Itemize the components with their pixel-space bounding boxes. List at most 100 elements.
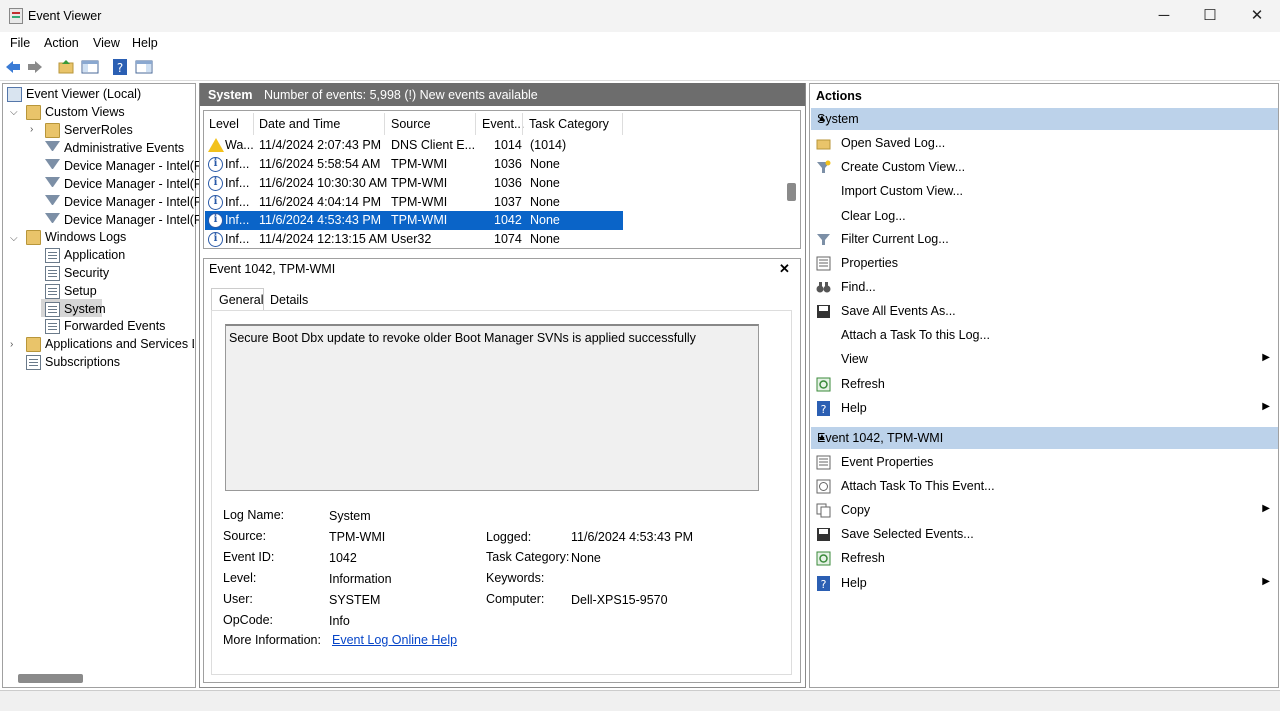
action-filter-current-log[interactable]: Filter Current Log... (816, 229, 1276, 251)
copy-icon (816, 503, 831, 518)
maximize-button[interactable]: ☐ (1187, 0, 1233, 32)
forward-arrow-icon[interactable] (26, 58, 44, 76)
console-tree-pane (2, 83, 196, 688)
information-icon: i (208, 157, 223, 172)
warning-icon (208, 138, 224, 152)
information-icon: i (208, 195, 223, 210)
actions-section-system[interactable]: System ▲ (811, 108, 1278, 130)
label-more-information: More Information: (223, 633, 321, 647)
tree-applications-services-logs[interactable]: Applications and Services Log (26, 336, 194, 354)
label-user: User: (223, 592, 253, 606)
action-attach-task-to-event[interactable]: Attach Task To This Event... (816, 476, 1276, 498)
label-source: Source: (223, 529, 267, 543)
chevron-right-icon[interactable]: › (30, 124, 33, 135)
event-message-box[interactable]: Secure Boot Dbx update to revoke older B… (225, 324, 759, 491)
collapse-triangle-icon[interactable]: ▲ (817, 432, 1270, 443)
chevron-down-icon[interactable]: ⌵ (10, 233, 18, 244)
value-user: SYSTEM (329, 593, 381, 607)
folder-icon (26, 105, 41, 120)
toolbar: ? (0, 54, 1280, 81)
label-opcode: OpCode: (223, 613, 274, 627)
action-save-selected-events[interactable]: Save Selected Events... (816, 524, 1276, 546)
filter-icon (45, 159, 60, 174)
col-date-time[interactable]: Date and Time (259, 117, 340, 131)
close-window-button[interactable]: ✕ (1234, 0, 1280, 32)
action-create-custom-view[interactable]: Create Custom View... (816, 157, 1276, 179)
chevron-down-icon[interactable]: ⌵ (10, 107, 18, 118)
action-open-saved-log[interactable]: Open Saved Log... (816, 133, 1276, 155)
event-viewer-app-icon (9, 8, 23, 24)
label-level: Level: (223, 571, 257, 585)
collapse-triangle-icon[interactable]: ▲ (817, 113, 1270, 124)
label-logged: Logged: (486, 530, 532, 544)
action-refresh-event[interactable]: Refresh (816, 548, 1276, 570)
help-icon: ? (817, 576, 830, 591)
table-row[interactable]: Wa... 11/4/2024 2:07:43 PM DNS Client E.… (205, 136, 623, 155)
action-refresh[interactable]: Refresh (816, 374, 1276, 396)
show-hide-tree-icon[interactable] (81, 58, 99, 76)
action-import-custom-view[interactable]: Import Custom View... (816, 181, 1276, 203)
submenu-arrow-icon: ▶ (1262, 576, 1270, 587)
value-opcode: Info (329, 614, 350, 628)
chevron-right-icon[interactable]: › (10, 339, 13, 350)
tab-details[interactable]: Details (270, 293, 308, 307)
menu-action[interactable]: Action (44, 36, 79, 50)
action-attach-task-to-log[interactable]: Attach a Task To this Log... (816, 325, 1276, 347)
binoculars-icon (816, 282, 831, 293)
action-event-properties[interactable]: Event Properties (816, 452, 1276, 474)
label-keywords: Keywords: (486, 571, 545, 585)
log-icon (45, 248, 60, 263)
refresh-icon (816, 377, 831, 392)
folder-icon (45, 123, 60, 138)
properties-icon (816, 455, 831, 470)
vertical-scrollbar-thumb[interactable] (787, 183, 796, 201)
table-row[interactable]: i Inf... 11/4/2024 12:13:15 AM User32 10… (205, 230, 623, 249)
menu-view[interactable]: View (93, 36, 120, 50)
task-clock-icon (816, 479, 831, 494)
filter-star-icon (817, 160, 831, 173)
value-event-id: 1042 (329, 551, 357, 565)
col-source[interactable]: Source (391, 117, 431, 131)
submenu-arrow-icon: ▶ (1262, 401, 1270, 412)
col-task-category[interactable]: Task Category (529, 117, 609, 131)
value-task-category: None (571, 551, 601, 565)
table-row[interactable]: i Inf... 11/6/2024 4:04:14 PM TPM-WMI 10… (205, 193, 623, 212)
action-save-all-events[interactable]: Save All Events As... (816, 301, 1276, 323)
action-help-event[interactable]: ? Help ▶ (816, 573, 1276, 595)
table-row[interactable]: i Inf... 11/6/2024 10:30:30 AM TPM-WMI 1… (205, 174, 623, 193)
help-icon[interactable]: ? (111, 58, 129, 76)
horizontal-scrollbar-thumb[interactable] (18, 674, 83, 683)
label-computer: Computer: (486, 592, 545, 606)
close-detail-icon[interactable]: ✕ (779, 261, 790, 277)
action-clear-log[interactable]: Clear Log... (816, 206, 1276, 228)
help-icon: ? (817, 401, 830, 416)
show-hide-action-pane-icon[interactable] (135, 58, 153, 76)
tab-general[interactable]: General (211, 288, 264, 311)
table-row[interactable]: i Inf... 11/6/2024 5:58:54 AM TPM-WMI 10… (205, 155, 623, 174)
menu-file[interactable]: File (10, 36, 30, 50)
submenu-arrow-icon: ▶ (1262, 503, 1270, 514)
filter-icon (45, 195, 60, 210)
minimize-button[interactable]: ─ (1141, 0, 1187, 32)
table-row-selected[interactable]: i Inf... 11/6/2024 4:53:43 PM TPM-WMI 10… (205, 211, 623, 230)
col-event-id[interactable]: Event... (482, 117, 524, 131)
status-bar (0, 690, 1280, 711)
action-help[interactable]: ? Help ▶ (816, 398, 1276, 420)
actions-section-event[interactable]: Event 1042, TPM-WMI ▲ (811, 427, 1278, 449)
action-find[interactable]: Find... (816, 277, 1276, 299)
filter-icon (45, 177, 60, 192)
event-log-online-help-link[interactable]: Event Log Online Help (332, 633, 457, 647)
up-folder-icon[interactable] (57, 58, 75, 76)
action-copy[interactable]: Copy ▶ (816, 500, 1276, 522)
action-view[interactable]: View ▶ (816, 349, 1276, 371)
event-message: Secure Boot Dbx update to revoke older B… (229, 331, 696, 345)
label-task-category: Task Category: (486, 550, 570, 564)
detail-title: Event 1042, TPM-WMI (209, 262, 336, 276)
folder-icon (26, 337, 41, 352)
action-properties[interactable]: Properties (816, 253, 1276, 275)
col-level[interactable]: Level (209, 117, 239, 131)
information-icon: i (208, 213, 223, 228)
log-header-bar: System Number of events: 5,998 (!) New e… (200, 83, 805, 106)
menu-help[interactable]: Help (132, 36, 158, 50)
back-arrow-icon[interactable] (4, 58, 22, 76)
